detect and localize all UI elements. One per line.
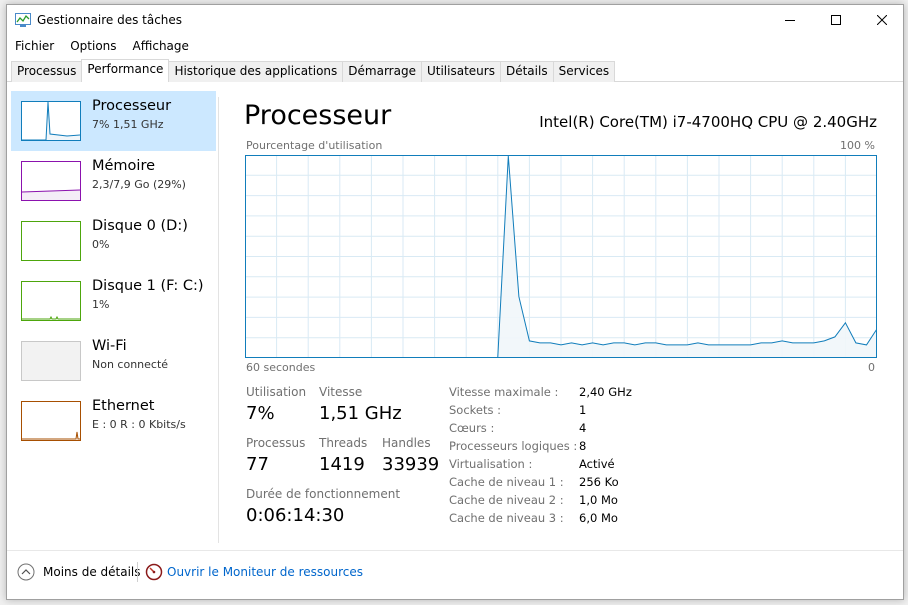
processus-value: 77 [246,454,269,475]
tab-performance[interactable]: Performance [81,59,170,82]
close-button[interactable] [859,5,903,35]
threads-value: 1419 [319,454,365,475]
memoire-thumbnail [21,161,81,201]
tab-processus[interactable]: Processus [11,61,83,82]
spec-value: 1,0 Mo [579,493,618,507]
window-title: Gestionnaire des tâches [37,13,183,27]
spec-label: Cœurs : [449,421,495,435]
menu-fichier[interactable]: Fichier [7,37,62,57]
disque-0-thumbnail [21,221,81,261]
menu-options[interactable]: Options [62,37,124,57]
tab-utilisateurs[interactable]: Utilisateurs [420,61,501,82]
chevron-up-icon [17,563,35,581]
spec-value: 4 [579,421,587,435]
title-bar: Gestionnaire des tâches [7,5,903,35]
tab-services[interactable]: Services [552,61,616,82]
wifi-thumbnail [21,341,81,381]
sidebar-item-disque-1[interactable]: Disque 1 (F: C:) 1% [11,271,216,331]
sidebar-item-ethernet[interactable]: Ethernet E : 0 R : 0 Kbits/s [11,391,216,451]
spec-value: 1 [579,403,587,417]
uptime-label: Durée de fonctionnement [246,487,401,501]
spec-value: Activé [579,457,615,471]
sidebar-item-name: Disque 1 (F: C:) [92,278,204,294]
spec-value: 256 Ko [579,475,619,489]
menu-bar: Fichier Options Affichage [7,37,197,57]
page-title: Processeur [244,100,392,131]
ethernet-mini-graph [22,431,80,440]
spec-label: Cache de niveau 3 : [449,511,564,525]
sidebar-item-detail: 1% [92,298,110,311]
graph-y-label: Pourcentage d'utilisation [246,139,383,152]
spec-label: Virtualisation : [449,457,533,471]
tab-strip: Processus Performance Historique des app… [11,59,616,82]
graph-x-label: 60 secondes [246,361,316,374]
handles-value: 33939 [382,454,440,475]
minimize-button[interactable] [767,5,813,35]
spec-value: 2,40 GHz [579,385,632,399]
graph-y-max-label: 100 % [840,139,875,152]
spec-label: Processeurs logiques : [449,439,578,453]
sidebar-item-name: Wi-Fi [92,338,127,354]
sidebar-item-detail: Non connecté [92,358,169,371]
sidebar-divider [218,97,219,543]
sidebar-item-processeur[interactable]: Processeur 7% 1,51 GHz [11,91,216,151]
ethernet-thumbnail [21,401,81,441]
tab-demarrage[interactable]: Démarrage [342,61,422,82]
spec-label: Cache de niveau 2 : [449,493,564,507]
utilisation-label: Utilisation [246,385,307,399]
disque-1-mini-graph [22,315,80,320]
sidebar-item-name: Mémoire [92,158,156,174]
task-manager-window: Gestionnaire des tâches Fichier Options … [6,4,904,600]
sidebar-item-wifi[interactable]: Wi-Fi Non connecté [11,331,216,391]
sidebar-item-name: Processeur [92,98,172,114]
fewer-details-label: Moins de détails [43,565,141,579]
maximize-button[interactable] [813,5,859,35]
cpu-usage-graph [245,155,877,358]
memoire-mini-graph [21,189,81,200]
cpu-model: Intel(R) Core(TM) i7-4700HQ CPU @ 2.40GH… [539,113,877,131]
sidebar-item-detail: 2,3/7,9 Go (29%) [92,178,186,191]
spec-label: Vitesse maximale : [449,385,559,399]
spec-value: 6,0 Mo [579,511,618,525]
footer-vertical-divider [137,562,138,582]
close-icon [877,15,887,25]
uptime-value: 0:06:14:30 [246,505,345,526]
disque-1-thumbnail [21,281,81,321]
graph-grid [245,155,877,358]
sidebar-item-name: Ethernet [92,398,155,414]
sidebar-item-detail: 0% [92,238,110,251]
resource-monitor-label: Ouvrir le Moniteur de ressources [167,565,363,579]
spec-label: Sockets : [449,403,502,417]
resource-sidebar: Processeur 7% 1,51 GHz Mémoire 2,3/7,9 G… [11,91,216,543]
vitesse-value: 1,51 GHz [319,403,402,424]
sidebar-item-memoire[interactable]: Mémoire 2,3/7,9 Go (29%) [11,151,216,211]
footer-divider [7,550,903,551]
handles-label: Handles [382,436,431,450]
tab-historique[interactable]: Historique des applications [168,61,344,82]
sidebar-item-detail: E : 0 R : 0 Kbits/s [92,418,186,431]
fewer-details-button[interactable]: Moins de détails [17,563,141,581]
task-manager-icon [15,13,31,27]
sidebar-item-detail: 7% 1,51 GHz [92,118,164,131]
sidebar-item-disque-0[interactable]: Disque 0 (D:) 0% [11,211,216,271]
spec-label: Cache de niveau 1 : [449,475,564,489]
resource-monitor-icon [145,563,163,581]
utilisation-value: 7% [246,403,275,424]
menu-affichage[interactable]: Affichage [125,37,197,57]
maximize-icon [831,15,841,25]
processeur-thumbnail [21,101,81,141]
vitesse-label: Vitesse [319,385,363,399]
processus-label: Processus [246,436,306,450]
spec-value: 8 [579,439,587,453]
resource-monitor-link[interactable]: Ouvrir le Moniteur de ressources [145,563,363,581]
minimize-icon [785,20,795,21]
sidebar-item-name: Disque 0 (D:) [92,218,188,234]
processeur-mini-graph [22,101,81,141]
threads-label: Threads [319,436,368,450]
graph-x-min-label: 0 [868,361,875,374]
tab-details[interactable]: Détails [499,61,554,82]
